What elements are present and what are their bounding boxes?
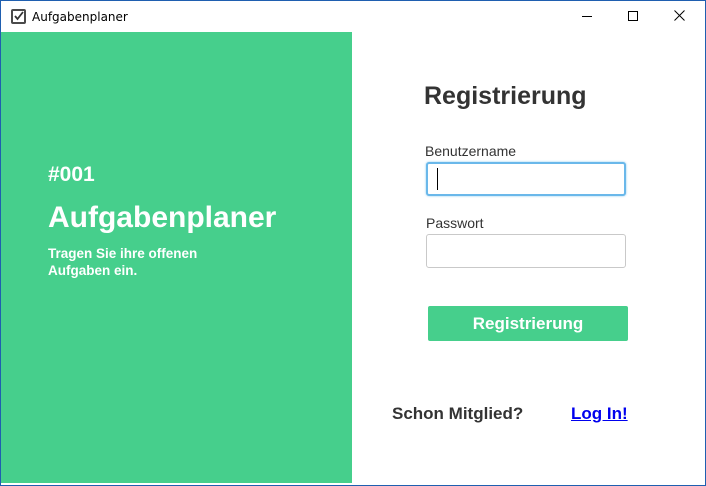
close-icon [673, 8, 685, 26]
member-prompt: Schon Mitglied? [392, 404, 524, 423]
minimize-button[interactable] [564, 1, 610, 32]
brand-title: Aufgabenplaner [48, 201, 277, 234]
brand-tagline: Tragen Sie ihre offenen Aufgaben ein. [48, 246, 198, 278]
password-input[interactable] [426, 234, 626, 268]
password-label: Passwort [426, 215, 484, 231]
brand-number: #001 [48, 163, 95, 186]
close-button[interactable] [656, 1, 702, 32]
title-bar[interactable]: Aufgabenplaner [1, 1, 705, 32]
checklist-icon [11, 9, 26, 24]
maximize-icon [628, 8, 638, 26]
app-window: Aufgabenplaner #001 Aufgabenplaner Trage… [0, 0, 706, 486]
login-link[interactable]: Log In! [571, 404, 628, 424]
maximize-button[interactable] [610, 1, 656, 32]
register-button[interactable]: Registrierung [428, 306, 628, 341]
form-heading: Registrierung [424, 82, 587, 110]
text-caret [437, 168, 438, 190]
window-title: Aufgabenplaner [32, 10, 128, 24]
username-input[interactable] [426, 162, 626, 196]
username-label: Benutzername [425, 143, 517, 159]
minimize-icon [582, 8, 592, 26]
